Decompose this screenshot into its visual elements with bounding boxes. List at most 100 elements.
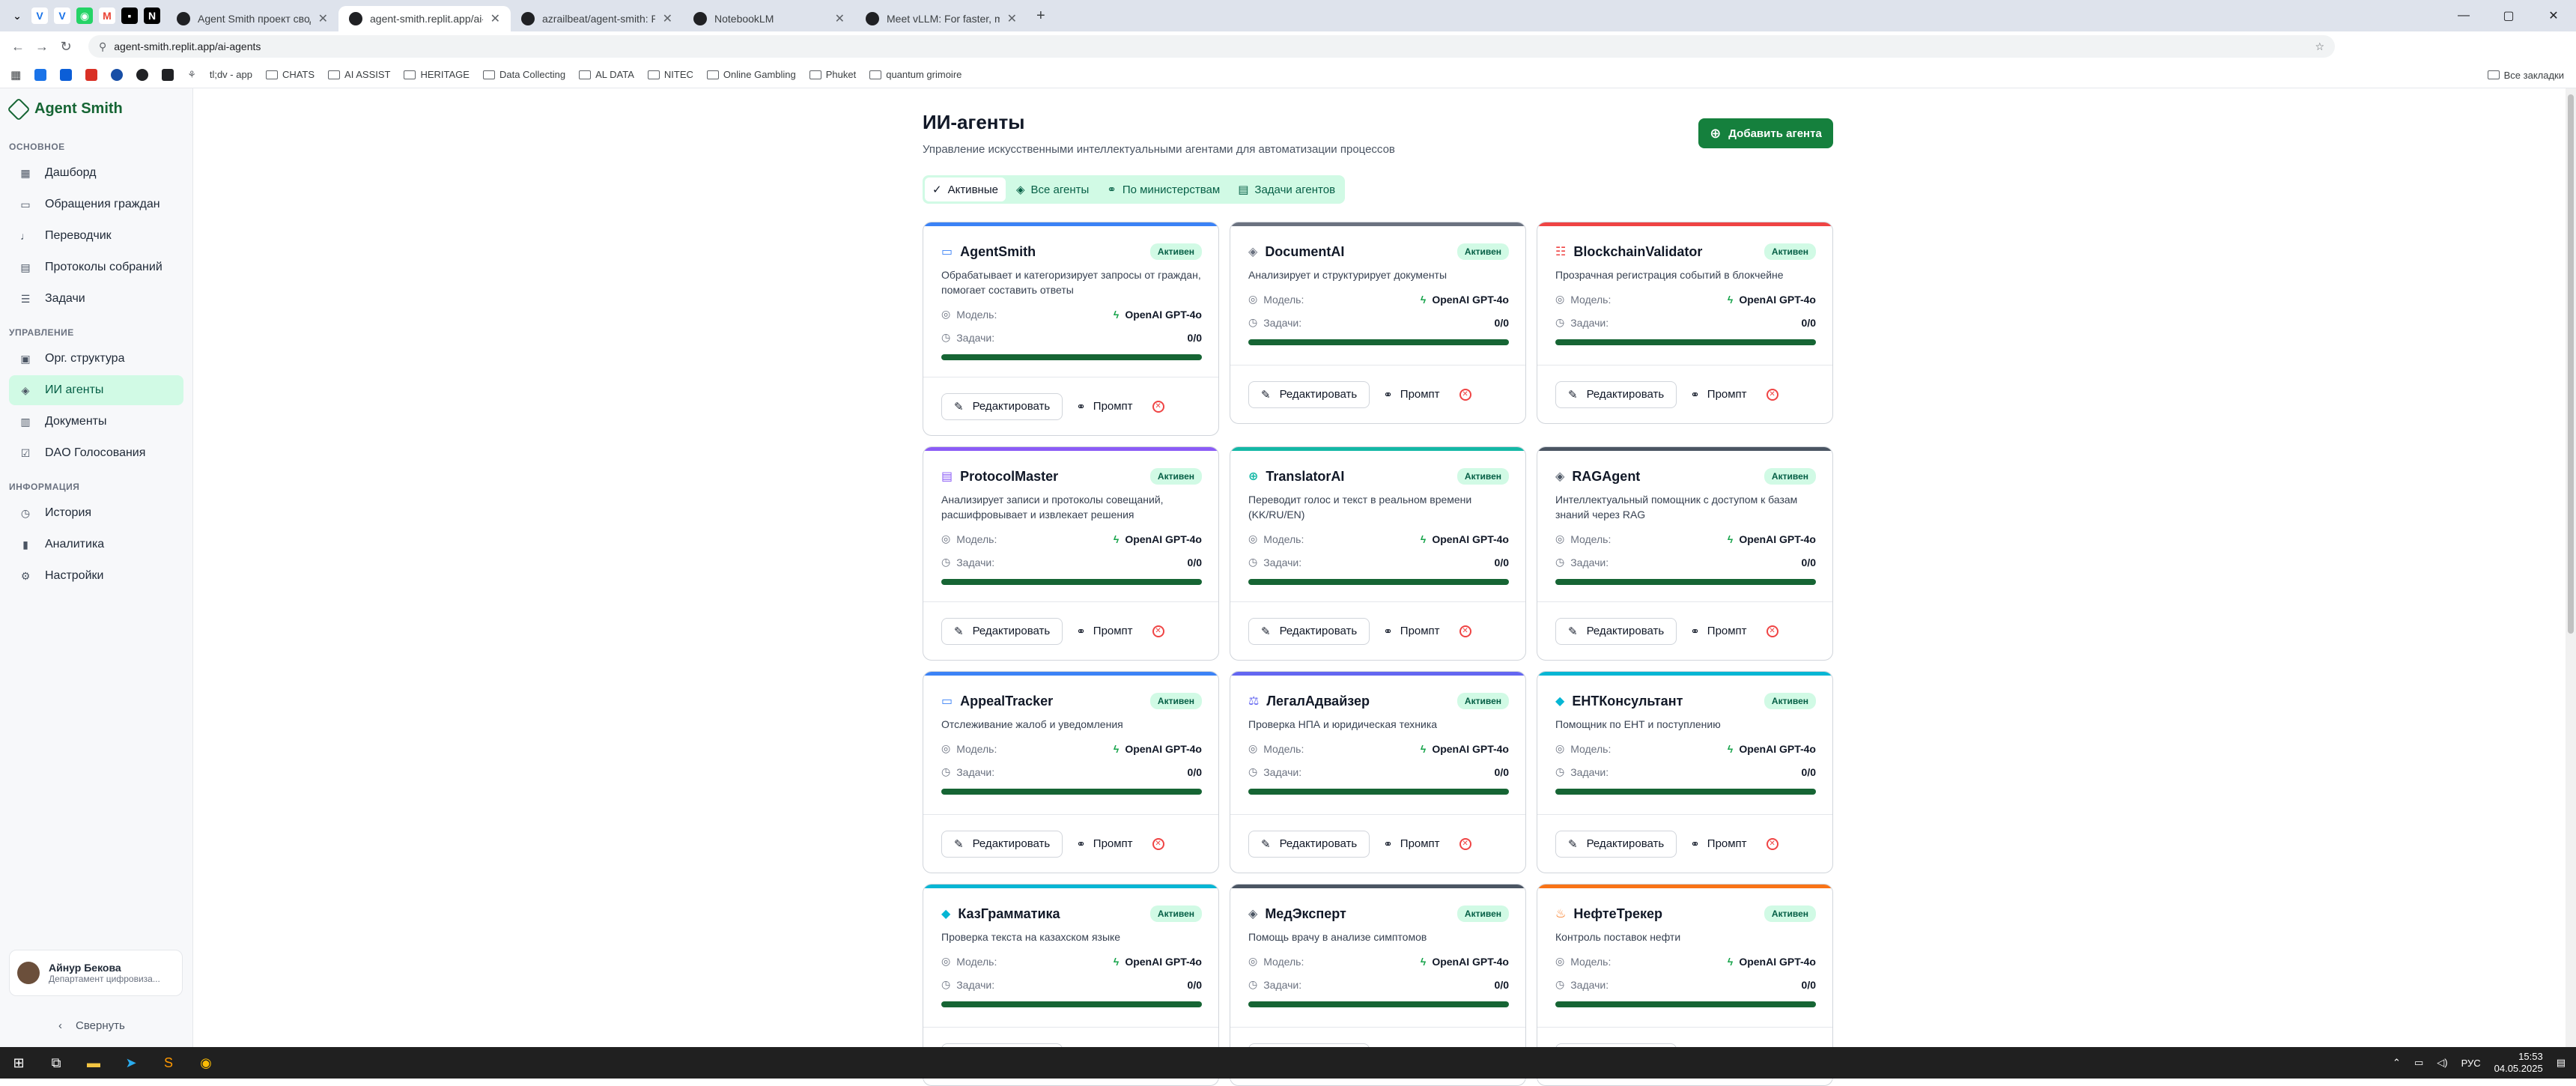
new-tab-icon[interactable]: +	[1036, 7, 1045, 25]
delete-icon[interactable]: ✕	[1152, 837, 1164, 850]
pinned-tab-icon[interactable]: V	[31, 7, 48, 24]
file-explorer-icon[interactable]: ▬	[75, 1047, 112, 1079]
chrome-icon[interactable]: ◉	[187, 1047, 225, 1079]
bookmark-icon[interactable]	[60, 68, 73, 81]
bookmark-icon[interactable]	[85, 68, 98, 81]
sidebar-item[interactable]: ▭ Обращения граждан	[9, 189, 183, 219]
task-view-icon[interactable]: ⧉	[37, 1047, 75, 1079]
tab-search-icon[interactable]: ⌄	[9, 7, 25, 24]
telegram-icon[interactable]: ➤	[112, 1047, 150, 1079]
browser-tab[interactable]: Meet vLLM: For faster, more effi ✕	[855, 6, 1027, 31]
reload-icon[interactable]: ↻	[54, 34, 78, 58]
bookmark-item[interactable]: HERITAGE	[404, 69, 470, 80]
minimize-icon[interactable]: —	[2441, 0, 2486, 31]
bookmark-icon[interactable]	[162, 68, 174, 81]
clock[interactable]: 15:53 04.05.2025	[2494, 1051, 2543, 1075]
start-icon[interactable]: ⊞	[0, 1047, 37, 1079]
language-indicator[interactable]: РУС	[2461, 1058, 2481, 1069]
volume-icon[interactable]: ◁)	[2437, 1057, 2447, 1069]
close-window-icon[interactable]: ✕	[2531, 0, 2576, 31]
bookmark-item[interactable]: tl;dv - app	[210, 69, 252, 80]
sidebar-item[interactable]: ☑ DAO Голосования	[9, 438, 183, 468]
sidebar-item[interactable]: ▥ Документы	[9, 407, 183, 437]
sublime-icon[interactable]: S	[150, 1047, 187, 1079]
prompt-button[interactable]: ⚭ Промпт	[1690, 388, 1746, 401]
bookmark-item[interactable]: quantum grimoire	[869, 69, 962, 80]
maximize-icon[interactable]: ▢	[2486, 0, 2531, 31]
sidebar-item[interactable]: ☰ Задачи	[9, 284, 183, 314]
edit-button[interactable]: ✎ Редактировать	[1555, 830, 1677, 858]
site-info-icon[interactable]: ⚲	[99, 40, 106, 53]
prompt-button[interactable]: ⚭ Промпт	[1076, 625, 1132, 638]
bookmark-icon[interactable]	[34, 68, 47, 81]
network-icon[interactable]: ▭	[2414, 1057, 2423, 1069]
gmail-icon[interactable]: M	[99, 7, 115, 24]
prompt-button[interactable]: ⚭ Промпт	[1690, 837, 1746, 851]
delete-icon[interactable]: ✕	[1152, 400, 1164, 413]
tab-agents[interactable]: ✓ Активные	[925, 178, 1006, 201]
edit-button[interactable]: ✎ Редактировать	[1555, 617, 1677, 645]
bookmark-icon[interactable]	[136, 68, 149, 81]
browser-tab[interactable]: agent-smith.replit.app/ai-agen ✕	[338, 6, 511, 31]
edit-button[interactable]: ✎ Редактировать	[941, 830, 1063, 858]
scrollbar-thumb[interactable]	[2568, 94, 2574, 634]
browser-tab[interactable]: NotebookLM ✕	[683, 6, 855, 31]
back-icon[interactable]: ←	[6, 34, 30, 58]
pinned-tab-icon[interactable]: V	[54, 7, 70, 24]
delete-icon[interactable]: ✕	[1766, 837, 1778, 850]
browser-tab[interactable]: Agent Smith проект сводка ✕	[166, 6, 338, 31]
bookmark-item[interactable]: Online Gambling	[706, 69, 796, 80]
page-scrollbar[interactable]	[2566, 88, 2576, 1047]
tray-chevron-icon[interactable]: ⌃	[2393, 1057, 2401, 1069]
bookmark-item[interactable]: Phuket	[809, 69, 856, 80]
sidebar-item[interactable]: ▮ Аналитика	[9, 530, 183, 559]
sidebar-item[interactable]: ▣ Орг. структура	[9, 344, 183, 374]
sidebar-item[interactable]: ◈ ИИ агенты	[9, 375, 183, 405]
prompt-button[interactable]: ⚭ Промпт	[1383, 388, 1439, 401]
user-card[interactable]: Айнур Бекова Департамент цифровиза...	[9, 950, 183, 996]
app-logo[interactable]: Agent Smith	[0, 88, 192, 130]
delete-icon[interactable]: ✕	[1459, 837, 1471, 850]
tab-close-icon[interactable]: ✕	[318, 11, 328, 26]
tab-close-icon[interactable]: ✕	[835, 11, 845, 26]
url-field[interactable]: ⚲ agent-smith.replit.app/ai-agents ☆	[88, 35, 2335, 58]
pinned-tab-icon[interactable]: ▪	[121, 7, 138, 24]
sidebar-item[interactable]: ▤ Протоколы собраний	[9, 252, 183, 282]
all-bookmarks[interactable]: Все закладки	[2487, 61, 2564, 88]
delete-icon[interactable]: ✕	[1766, 625, 1778, 637]
bookmark-item[interactable]: Data Collecting	[482, 69, 565, 80]
edit-button[interactable]: ✎ Редактировать	[941, 617, 1063, 645]
collapse-button[interactable]: ‹ Свернуть	[58, 1019, 125, 1032]
sidebar-item[interactable]: ♩ Переводчик	[9, 221, 183, 251]
prompt-button[interactable]: ⚭ Промпт	[1076, 400, 1132, 413]
tab-close-icon[interactable]: ✕	[1007, 11, 1017, 26]
sidebar-item[interactable]: ◷ История	[9, 498, 183, 528]
tab-close-icon[interactable]: ✕	[663, 11, 672, 26]
bookmark-item[interactable]: NITEC	[647, 69, 693, 80]
bookmark-item[interactable]: CHATS	[265, 69, 315, 80]
notion-icon[interactable]: N	[144, 7, 160, 24]
bookmark-item[interactable]: AI ASSIST	[328, 69, 390, 80]
prompt-button[interactable]: ⚭ Промпт	[1383, 837, 1439, 851]
edit-button[interactable]: ✎ Редактировать	[941, 392, 1063, 420]
forward-icon[interactable]: →	[30, 34, 54, 58]
edit-button[interactable]: ✎ Редактировать	[1248, 617, 1370, 645]
edit-button[interactable]: ✎ Редактировать	[1248, 830, 1370, 858]
bookmark-star-icon[interactable]: ☆	[2315, 40, 2324, 53]
delete-icon[interactable]: ✕	[1459, 625, 1471, 637]
delete-icon[interactable]: ✕	[1152, 625, 1164, 637]
apps-grid-icon[interactable]: ▦	[10, 68, 21, 82]
edit-button[interactable]: ✎ Редактировать	[1555, 380, 1677, 408]
tab-close-icon[interactable]: ✕	[490, 11, 500, 26]
browser-tab[interactable]: azrailbeat/agent-smith: Platfo ✕	[511, 6, 683, 31]
prompt-button[interactable]: ⚭ Промпт	[1690, 625, 1746, 638]
prompt-button[interactable]: ⚭ Промпт	[1076, 837, 1132, 851]
tab-agents[interactable]: ▤ Задачи агентов	[1230, 178, 1343, 201]
tab-agents[interactable]: ◈ Все агенты	[1009, 178, 1096, 201]
sidebar-item[interactable]: ⚙ Настройки	[9, 561, 183, 591]
notifications-icon[interactable]: ▤	[2557, 1057, 2566, 1069]
bookmark-item[interactable]: AL DATA	[579, 69, 634, 80]
bookmark-icon[interactable]	[111, 68, 124, 81]
sidebar-item[interactable]: ▦ Дашборд	[9, 158, 183, 188]
whatsapp-icon[interactable]: ◉	[76, 7, 93, 24]
